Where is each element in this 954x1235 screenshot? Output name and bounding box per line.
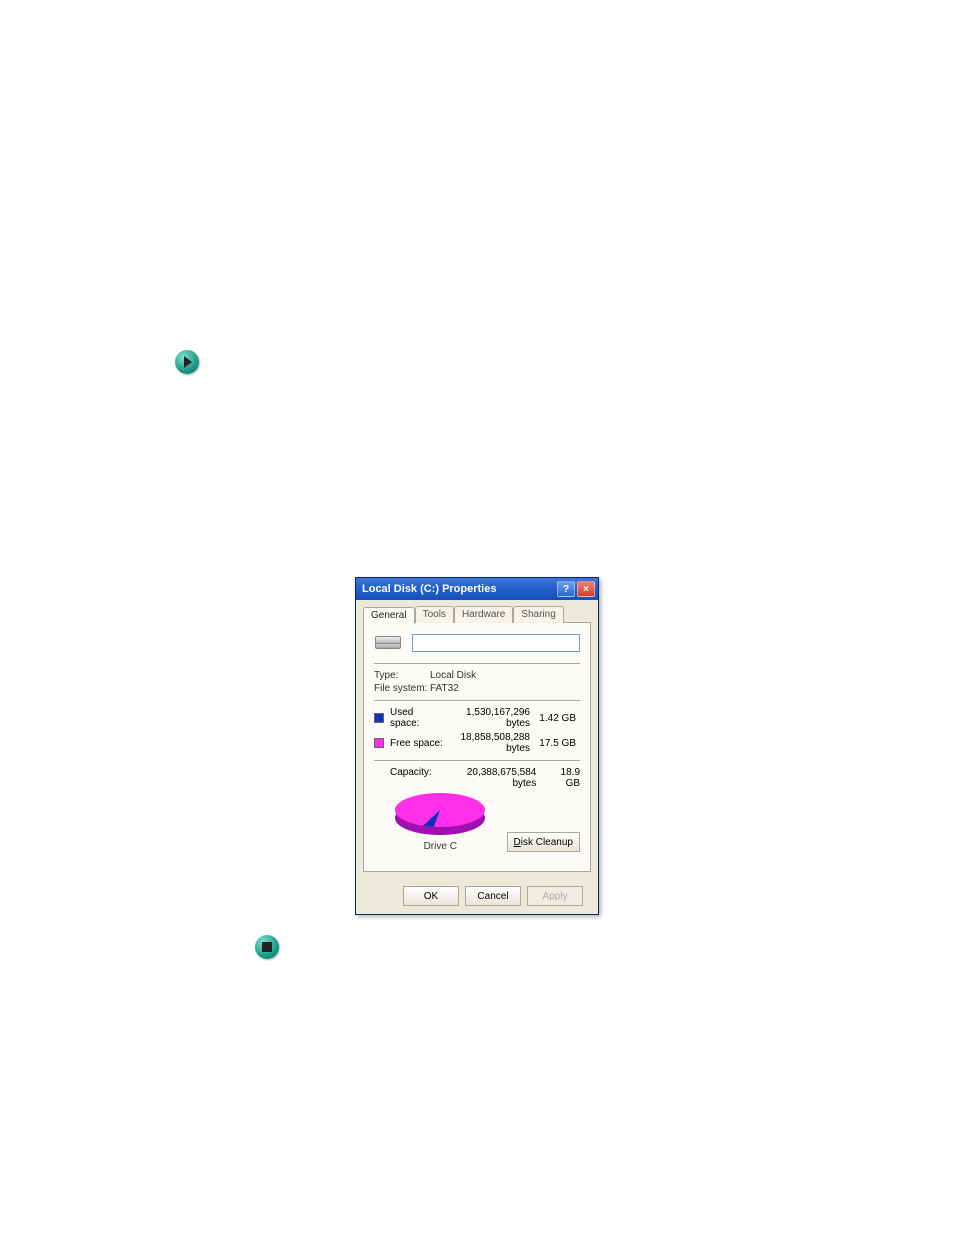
capacity-gb: 18.9 GB [544, 767, 580, 789]
usage-pie-chart [395, 793, 485, 835]
used-label: Used space: [390, 707, 444, 729]
tabstrip: General Tools Hardware Sharing [363, 606, 591, 623]
capacity-label: Capacity: [390, 767, 456, 789]
free-swatch-icon [374, 738, 384, 748]
apply-button[interactable]: Apply [527, 886, 583, 906]
tab-hardware[interactable]: Hardware [454, 606, 513, 623]
tab-general[interactable]: General [363, 607, 415, 624]
titlebar: Local Disk (C:) Properties ? × [356, 578, 598, 600]
tab-tools[interactable]: Tools [415, 606, 454, 623]
used-bytes: 1,530,167,296 bytes [444, 707, 538, 729]
window-title: Local Disk (C:) Properties [362, 583, 557, 595]
capacity-bytes: 20,388,675,584 bytes [456, 767, 545, 789]
tab-sharing[interactable]: Sharing [513, 606, 563, 623]
type-value: Local Disk [430, 670, 476, 681]
tabpage-general: Type: Local Disk File system: FAT32 Used… [363, 622, 591, 872]
free-gb: 17.5 GB [538, 738, 576, 749]
cancel-button[interactable]: Cancel [465, 886, 521, 906]
filesystem-value: FAT32 [430, 683, 459, 694]
filesystem-label: File system: [374, 683, 430, 694]
help-button[interactable]: ? [557, 581, 575, 597]
type-label: Type: [374, 670, 430, 681]
disk-cleanup-button[interactable]: Disk Cleanup [507, 832, 581, 852]
properties-dialog: Local Disk (C:) Properties ? × General T… [355, 577, 599, 915]
disk-icon [374, 633, 402, 653]
drive-label: Drive C [424, 841, 457, 852]
close-button[interactable]: × [577, 581, 595, 597]
free-bytes: 18,858,508,288 bytes [444, 732, 538, 754]
play-icon [175, 350, 199, 374]
ok-button[interactable]: OK [403, 886, 459, 906]
free-label: Free space: [390, 738, 444, 749]
used-swatch-icon [374, 713, 384, 723]
used-gb: 1.42 GB [538, 713, 576, 724]
stop-icon [255, 935, 279, 959]
volume-name-input[interactable] [412, 634, 580, 652]
